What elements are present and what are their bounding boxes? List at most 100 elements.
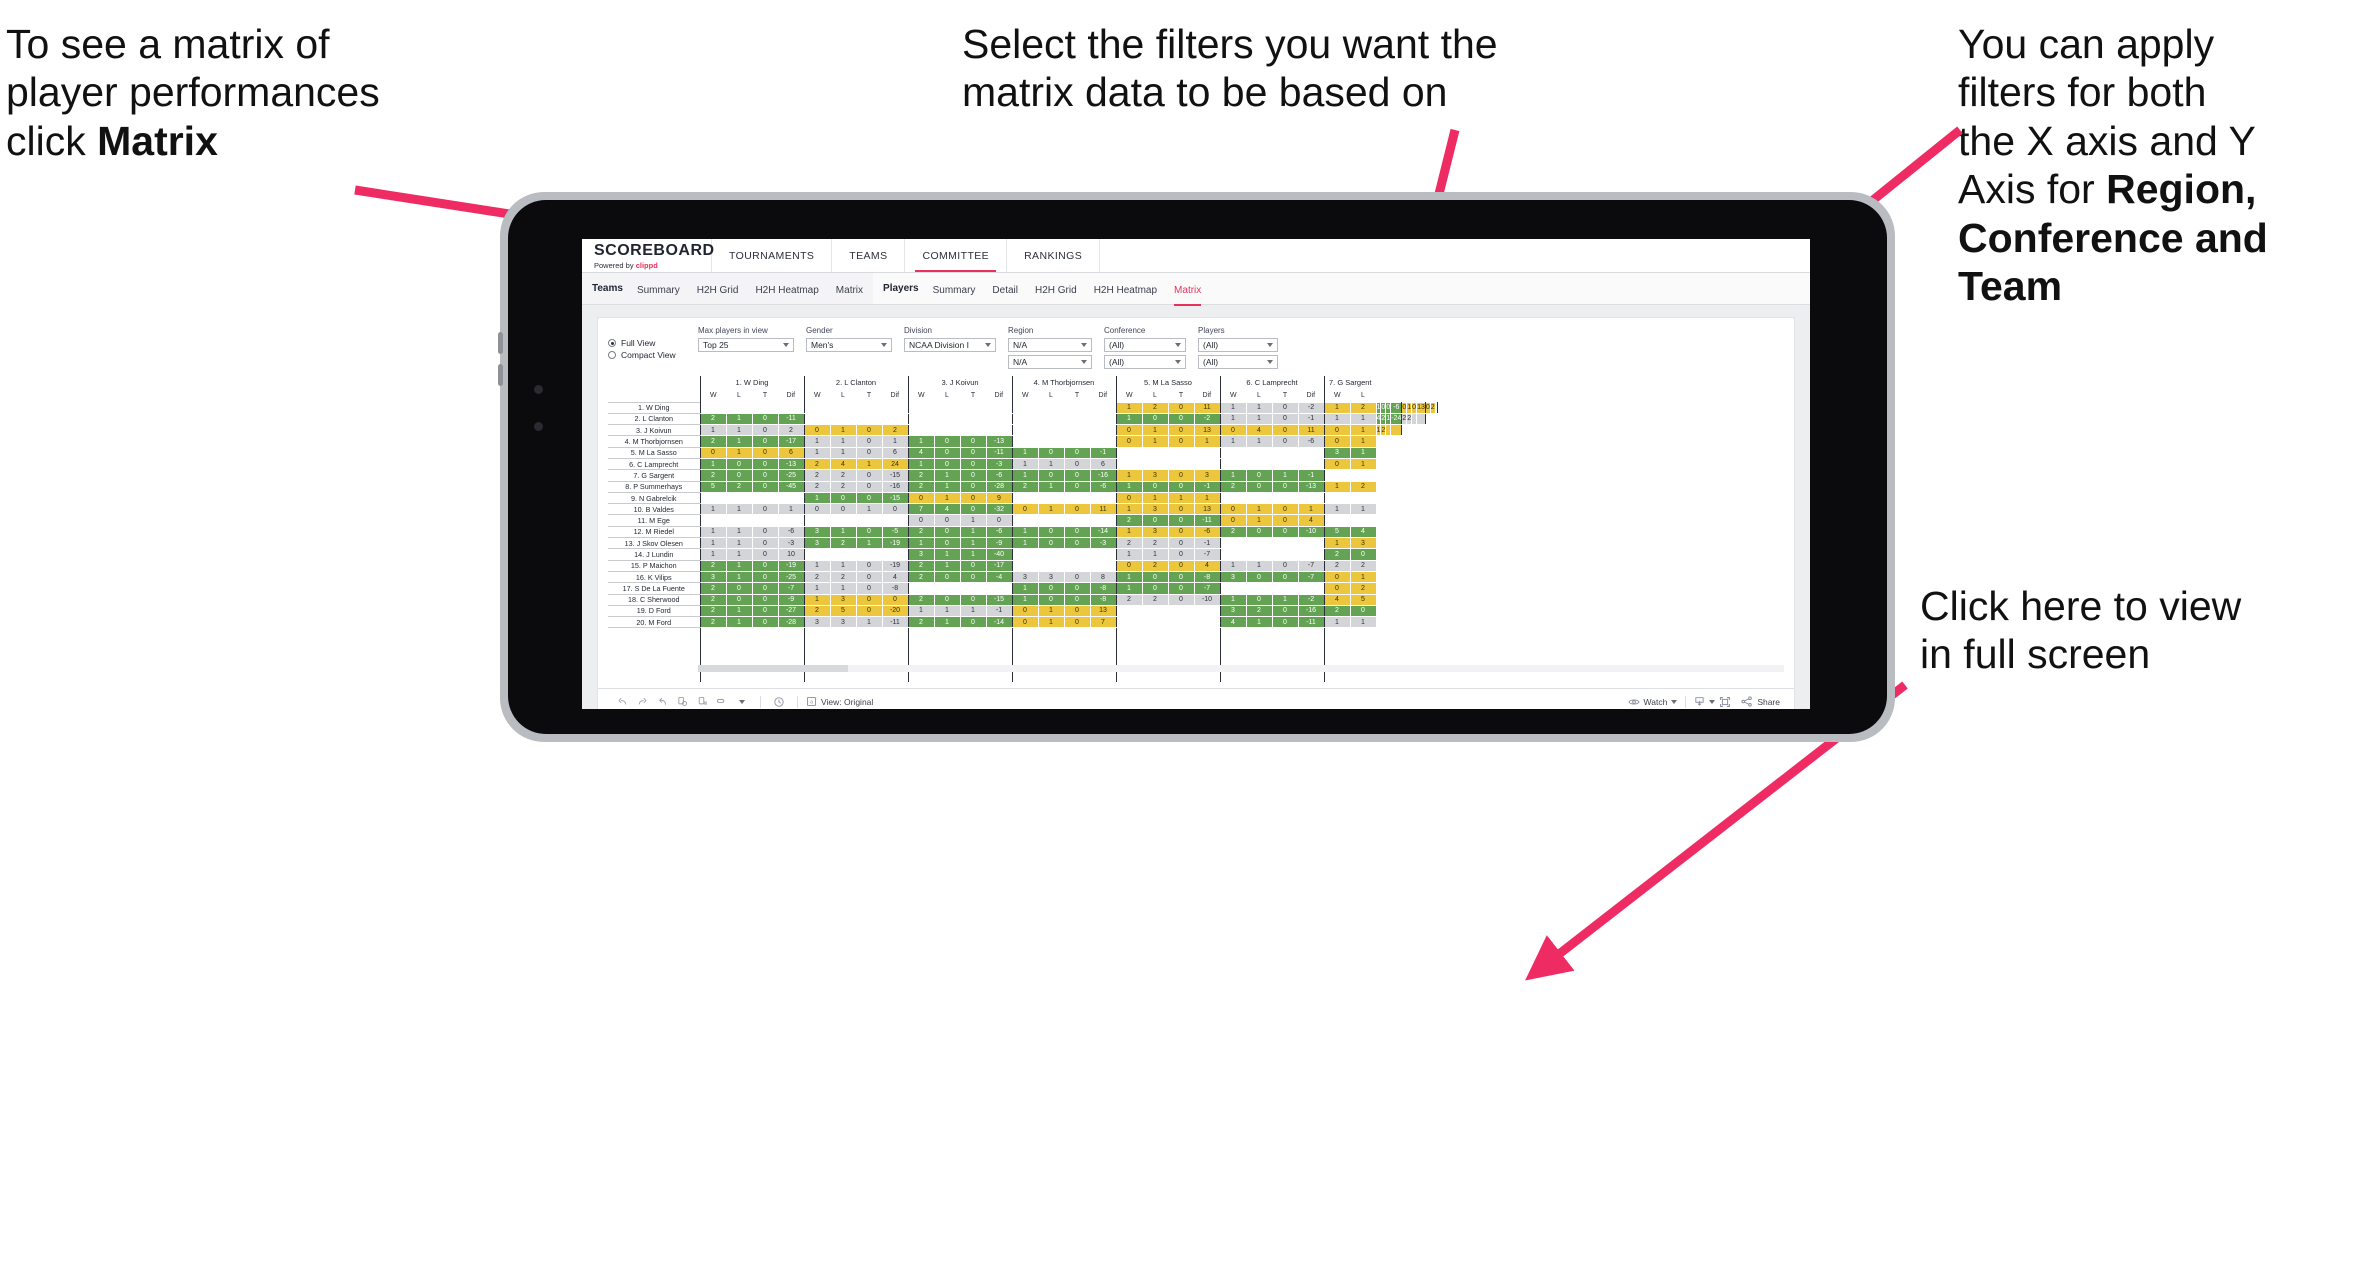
matrix-cell[interactable]: 1 <box>829 582 857 595</box>
matrix-cell[interactable]: 6 <box>881 446 909 459</box>
tablet-volume-button[interactable] <box>498 332 503 354</box>
matrix-cell[interactable]: 2 <box>1349 480 1377 493</box>
matrix-cell[interactable]: 2 <box>1219 480 1247 493</box>
matrix-cell[interactable]: 0 <box>959 457 987 471</box>
matrix-cell[interactable]: 2 <box>1323 604 1351 618</box>
matrix-cell[interactable]: -3 <box>985 457 1013 471</box>
matrix-cell[interactable]: 0 <box>803 424 831 437</box>
matrix-cell[interactable]: 1 <box>1011 446 1039 459</box>
matrix-cell[interactable]: 1 <box>803 582 831 595</box>
matrix-cell[interactable]: 3 <box>829 616 857 629</box>
matrix-cell[interactable]: 1 <box>959 525 987 539</box>
matrix-cell[interactable]: 0 <box>933 593 961 606</box>
matrix-cell[interactable]: -16 <box>1297 604 1325 618</box>
topnav-item-teams[interactable]: TEAMS <box>832 239 906 272</box>
matrix-cell[interactable]: 1 <box>803 491 831 505</box>
matrix-cell[interactable] <box>1435 401 1438 414</box>
matrix-cell[interactable]: -7 <box>1297 570 1325 584</box>
matrix-cell[interactable]: 1 <box>725 616 753 629</box>
matrix-cell[interactable]: 1 <box>907 604 935 618</box>
matrix-row[interactable]: 10. B Valdes 1 1 0 1 0 0 1 0 7 4 0 -32 0 1 0 11 1 3 0 13 0 1 0 1… <box>608 503 1437 516</box>
matrix-cell[interactable]: 2 <box>881 424 909 437</box>
matrix-cell[interactable]: 1 <box>725 537 753 550</box>
matrix-cell[interactable]: -8 <box>881 582 909 595</box>
matrix-cell[interactable]: 1 <box>1011 525 1039 539</box>
fullscreen-icon[interactable] <box>1715 694 1735 710</box>
matrix-cell[interactable]: 11 <box>1193 401 1221 414</box>
matrix-cell[interactable]: 3 <box>1323 446 1351 459</box>
matrix-cell[interactable]: 1 <box>855 503 883 516</box>
matrix-cell[interactable]: 1 <box>699 548 727 561</box>
matrix-cell[interactable]: 9 <box>985 491 1013 505</box>
matrix-cell[interactable]: 2 <box>1115 537 1143 550</box>
matrix-cell[interactable]: 1 <box>1297 503 1325 516</box>
matrix-cell[interactable]: 1 <box>699 424 727 437</box>
matrix-cell[interactable]: 1 <box>1115 525 1143 539</box>
matrix-cell[interactable]: 0 <box>907 514 935 527</box>
matrix-cell[interactable]: 0 <box>855 469 883 482</box>
matrix-row[interactable]: 12. M Riedel 1 1 0 -6 3 1 0 -5 2 0 1 -6 1 0 0 -14 1 3 0 -6 2 0… <box>608 525 1437 539</box>
radio-compact-view[interactable]: Compact View <box>608 350 686 360</box>
matrix-cell[interactable]: 2 <box>803 570 831 584</box>
matrix-cell[interactable]: 1 <box>725 412 753 426</box>
matrix-cell[interactable]: 1 <box>725 503 753 516</box>
matrix-cell[interactable]: 0 <box>1063 480 1091 493</box>
matrix-cell[interactable]: 0 <box>1219 514 1247 527</box>
matrix-cell[interactable]: -20 <box>881 604 909 618</box>
matrix-cell[interactable]: 1 <box>1349 570 1377 584</box>
matrix-cell[interactable]: 1 <box>1193 491 1221 505</box>
matrix-cell[interactable]: 0 <box>1167 582 1195 595</box>
matrix-cell[interactable]: 4 <box>1193 559 1221 572</box>
matrix-cell[interactable]: 3 <box>907 548 935 561</box>
matrix-cell[interactable]: -16 <box>881 480 909 493</box>
matrix-cell[interactable]: 13 <box>1089 604 1117 618</box>
matrix-cell[interactable]: 1 <box>1323 401 1351 414</box>
matrix-cell[interactable]: -11 <box>1297 616 1325 629</box>
matrix-cell[interactable]: 1 <box>699 457 727 471</box>
matrix-cell[interactable]: -2 <box>1297 401 1325 414</box>
players-tab-matrix[interactable]: Matrix <box>1174 285 1201 299</box>
players-tab-h2h-heatmap[interactable]: H2H Heatmap <box>1094 285 1157 299</box>
matrix-cell[interactable]: -3 <box>777 537 805 550</box>
matrix-cell[interactable]: -28 <box>985 480 1013 493</box>
matrix-row[interactable]: 3. J Koivun 1 1 0 2 0 1 0 2 0 1 0 13 0 4 0 11 0 1 1 2 <box>608 424 1437 437</box>
matrix-row[interactable]: 13. J Skov Olesen 1 1 0 -3 3 2 1 -19 1 0 1 -9 1 0 0 -3 2 2… <box>608 537 1437 550</box>
scrollbar-thumb[interactable] <box>698 665 848 672</box>
matrix-cell[interactable]: 0 <box>1167 570 1195 584</box>
matrix-cell[interactable]: 0 <box>1323 435 1351 448</box>
matrix-cell[interactable]: 2 <box>1011 480 1039 493</box>
matrix-cell[interactable]: 1 <box>1011 469 1039 482</box>
matrix-cell[interactable]: 0 <box>933 435 961 448</box>
matrix-cell[interactable]: 1 <box>933 469 961 482</box>
matrix-cell[interactable]: 2 <box>1245 604 1273 618</box>
matrix-cell[interactable]: 0 <box>933 525 961 539</box>
matrix-cell[interactable]: -11 <box>1193 514 1221 527</box>
matrix-cell[interactable]: 0 <box>855 491 883 505</box>
matrix-cell[interactable]: -6 <box>1297 435 1325 448</box>
matrix-cell[interactable]: 0 <box>1063 457 1091 471</box>
matrix-cell[interactable]: 0 <box>1167 503 1195 516</box>
matrix-cell[interactable]: 1 <box>1115 412 1143 426</box>
brand-logo[interactable]: SCOREBOARD Powered by clippd <box>582 239 714 272</box>
matrix-row[interactable]: 17. S De La Fuente 2 0 0 -7 1 1 0 -8 1 0 0 -8 1 0 0 -7 0 2 <box>608 582 1437 595</box>
matrix-cell[interactable]: 0 <box>751 582 779 595</box>
matrix-cell[interactable]: -6 <box>985 469 1013 482</box>
matrix-cell[interactable]: 1 <box>933 616 961 629</box>
matrix-cell[interactable]: 0 <box>751 469 779 482</box>
matrix-cell[interactable]: 3 <box>803 616 831 629</box>
matrix-cell[interactable]: 0 <box>959 480 987 493</box>
matrix-cell[interactable]: 5 <box>699 480 727 493</box>
matrix-cell[interactable]: 2 <box>725 480 753 493</box>
matrix-cell[interactable]: 0 <box>1063 446 1091 459</box>
matrix-cell[interactable]: 1 <box>803 593 831 606</box>
matrix-cell[interactable]: 0 <box>1167 480 1195 493</box>
matrix-cell[interactable]: 0 <box>1141 570 1169 584</box>
matrix-cell[interactable]: -9 <box>777 593 805 606</box>
matrix-cell[interactable]: 1 <box>959 604 987 618</box>
matrix-cell[interactable]: 1 <box>803 435 831 448</box>
matrix-cell[interactable]: 2 <box>699 616 727 629</box>
matrix-cell[interactable]: 0 <box>1115 424 1143 437</box>
matrix-cell[interactable]: 2 <box>907 559 935 572</box>
matrix-cell[interactable]: 1 <box>1349 446 1377 459</box>
matrix-cell[interactable]: -19 <box>777 559 805 572</box>
